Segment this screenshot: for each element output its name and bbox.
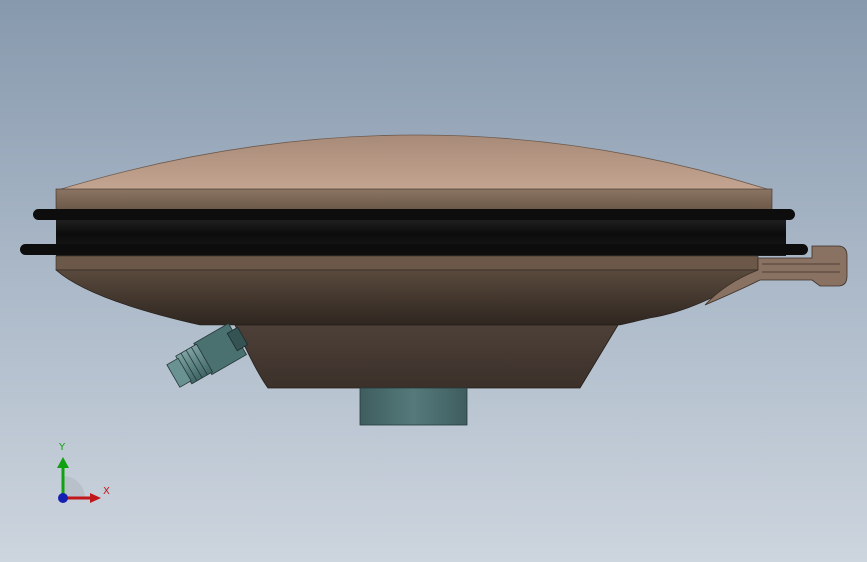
- y-axis-arrow-icon: [57, 457, 69, 468]
- 3d-model-view[interactable]: [0, 0, 867, 562]
- triad-graphic: [57, 457, 101, 503]
- lamp-bowl: [55, 269, 761, 326]
- gasket-lip-lower: [20, 244, 808, 255]
- y-axis-label: Y: [59, 442, 66, 453]
- upper-rim-band: [55, 188, 773, 212]
- cable-connector: [166, 322, 249, 388]
- gasket-lip-upper: [33, 209, 795, 220]
- graphics-viewport[interactable]: Y X: [0, 0, 867, 562]
- bottom-mount-block: [359, 387, 468, 426]
- base-housing: [234, 324, 619, 389]
- x-axis-label: X: [103, 486, 110, 497]
- z-axis-dot-icon: [58, 493, 68, 503]
- axis-triad: Y X: [40, 438, 120, 510]
- lamp-dome: [57, 134, 771, 191]
- x-axis-arrow-icon: [90, 493, 101, 503]
- lower-rim-band: [55, 255, 759, 271]
